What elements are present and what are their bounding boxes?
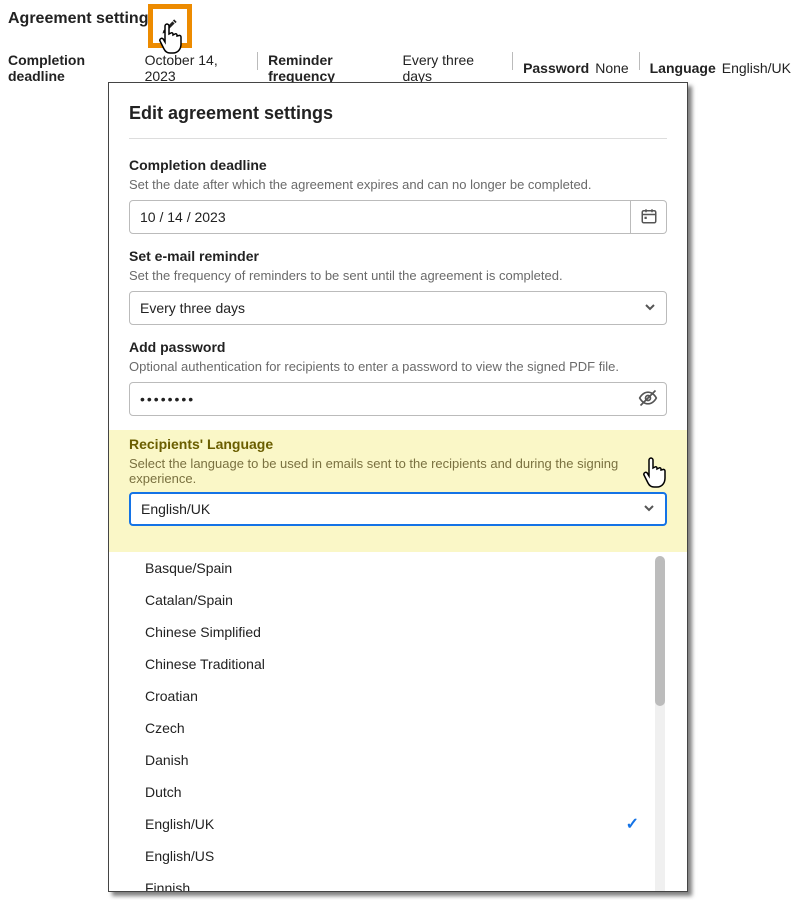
language-option[interactable]: Dutch <box>129 776 667 808</box>
page-title: Agreement settings <box>8 10 157 28</box>
reminder-select[interactable]: Every three days <box>129 291 667 325</box>
summary-password-value: None <box>595 60 628 76</box>
language-option[interactable]: Croatian <box>129 680 667 712</box>
toggle-password-visibility[interactable] <box>633 385 663 413</box>
reminder-label: Set e-mail reminder <box>129 248 667 264</box>
divider <box>129 138 667 139</box>
reminder-desc: Set the frequency of reminders to be sen… <box>129 268 667 283</box>
scrollbar-thumb[interactable] <box>655 556 665 706</box>
password-desc: Optional authentication for recipients t… <box>129 359 667 374</box>
deadline-desc: Set the date after which the agreement e… <box>129 177 667 192</box>
check-icon: ✓ <box>626 814 639 834</box>
calendar-button[interactable] <box>631 200 667 234</box>
summary-language-value: English/UK <box>722 60 791 76</box>
summary-language-label: Language <box>650 60 716 76</box>
eye-off-icon <box>638 388 658 411</box>
language-option[interactable]: Chinese Simplified <box>129 616 667 648</box>
summary-deadline-label: Completion deadline <box>8 52 139 84</box>
language-dropdown: Basque/SpainCatalan/SpainChinese Simplif… <box>129 552 667 892</box>
password-input[interactable] <box>129 382 667 416</box>
summary-password-label: Password <box>523 60 589 76</box>
password-label: Add password <box>129 339 667 355</box>
summary-reminder-value: Every three days <box>402 52 502 84</box>
divider <box>639 52 640 70</box>
language-option[interactable]: Chinese Traditional <box>129 648 667 680</box>
summary-deadline-value: October 14, 2023 <box>145 52 248 84</box>
divider <box>257 52 258 70</box>
pencil-icon <box>160 16 180 36</box>
edit-settings-button[interactable] <box>148 4 192 48</box>
language-option[interactable]: Czech <box>129 712 667 744</box>
language-option[interactable]: English/US <box>129 840 667 872</box>
chevron-down-icon <box>643 501 655 517</box>
deadline-input[interactable] <box>129 200 631 234</box>
chevron-down-icon <box>644 300 656 316</box>
language-option[interactable]: Basque/Spain <box>129 552 667 584</box>
deadline-label: Completion deadline <box>129 157 667 173</box>
language-option[interactable]: Finnish <box>129 872 667 892</box>
language-option[interactable]: English/UK✓ <box>129 808 667 840</box>
language-option[interactable]: Catalan/Spain <box>129 584 667 616</box>
divider <box>512 52 513 70</box>
language-label: Recipients' Language <box>129 436 667 452</box>
edit-settings-modal: Edit agreement settings Completion deadl… <box>108 82 688 892</box>
summary-reminder-label: Reminder frequency <box>268 52 396 84</box>
modal-title: Edit agreement settings <box>129 103 667 124</box>
language-option[interactable]: Danish <box>129 744 667 776</box>
calendar-icon <box>640 207 658 228</box>
language-desc: Select the language to be used in emails… <box>129 456 667 486</box>
reminder-select-value: Every three days <box>140 300 245 316</box>
language-select[interactable]: English/UK <box>129 492 667 526</box>
scrollbar[interactable] <box>655 556 665 892</box>
language-select-value: English/UK <box>141 501 210 517</box>
